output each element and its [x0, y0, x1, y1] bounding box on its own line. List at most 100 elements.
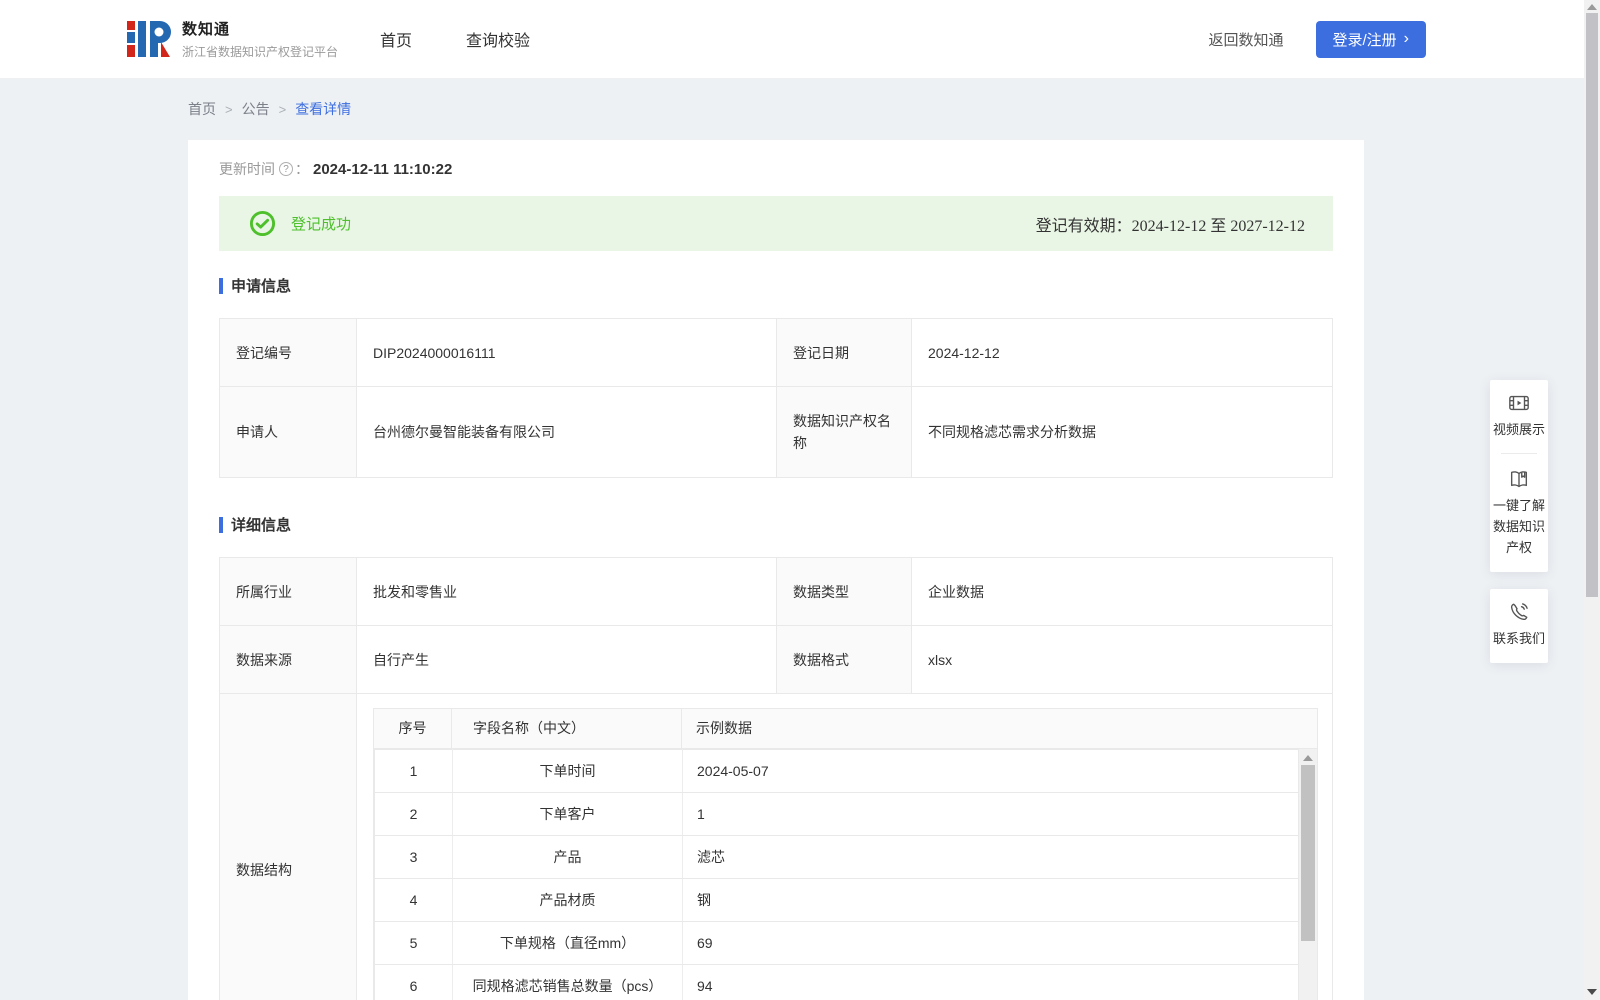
phone-icon [1510, 603, 1528, 621]
structure-rows: 1 下单时间 2024-05-07 2 下单客户 1 3 产品 滤芯 4 产品材… [374, 748, 1299, 1000]
row-sample: 滤芯 [682, 834, 1299, 879]
section-bar-icon [219, 277, 223, 294]
row-sample: 94 [682, 963, 1299, 1000]
breadcrumb: 首页 > 公告 > 查看详情 [0, 78, 1600, 140]
row-sample: 1 [682, 791, 1299, 836]
success-check-icon [249, 210, 276, 237]
back-to-shuzhitong-link[interactable]: 返回数知通 [1208, 29, 1283, 50]
applicant-value: 台州德尔曼智能装备有限公司 [356, 386, 777, 478]
col-header-index: 序号 [374, 708, 452, 748]
section-bar-icon [219, 516, 223, 533]
platform-logo[interactable]: 数知通 浙江省数据知识产权登记平台 [125, 16, 338, 62]
main-nav: 首页 查询校验 [378, 21, 532, 57]
breadcrumb-current: 查看详情 [295, 101, 352, 117]
update-time-value: 2024-12-11 11:10:22 [313, 160, 453, 178]
data-type-label: 数据类型 [776, 557, 912, 626]
structure-row: 4 产品材质 钢 [374, 877, 1299, 922]
update-time-row: 更新时间 ? ： 2024-12-11 11:10:22 [219, 158, 1333, 180]
update-time-label: 更新时间 [219, 161, 275, 177]
applicant-label: 申请人 [219, 386, 357, 478]
data-type-value: 企业数据 [911, 557, 1333, 626]
structure-row: 6 同规格滤芯销售总数量（pcs） 94 [374, 963, 1299, 1000]
breadcrumb-announcement[interactable]: 公告 [242, 99, 270, 119]
dip-name-label: 数据知识产权名称 [776, 386, 912, 478]
detail-info-table: 所属行业 批发和零售业 数据类型 企业数据 数据来源 自行产生 数据格式 xls… [219, 557, 1333, 1000]
scroll-down-arrow-icon[interactable] [1587, 989, 1597, 995]
validity-value: 2024-12-12 至 2027-12-12 [1131, 217, 1305, 235]
apply-info-table: 登记编号 DIP2024000016111 登记日期 2024-12-12 申请… [219, 318, 1333, 478]
side-panel-card-top: 视频展示 一键了解数据知识产权 [1490, 380, 1548, 572]
structure-row: 1 下单时间 2024-05-07 [374, 748, 1299, 793]
update-time-colon: ： [295, 161, 309, 177]
logo-title: 数知通 [182, 21, 231, 38]
nav-query-verify[interactable]: 查询校验 [464, 21, 532, 57]
reg-date-value: 2024-12-12 [911, 318, 1333, 387]
row-field: 下单时间 [452, 748, 683, 793]
video-show-item[interactable]: 视频展示 [1492, 392, 1546, 440]
breadcrumb-separator: > [225, 101, 233, 117]
structure-table-body: 1 下单时间 2024-05-07 2 下单客户 1 3 产品 滤芯 4 产品材… [374, 748, 1317, 1000]
logo-text: 数知通 浙江省数据知识产权登记平台 [182, 18, 338, 60]
chevron-right-icon: › [1403, 30, 1409, 47]
row-index: 5 [374, 920, 453, 965]
col-header-sample-data: 示例数据 [696, 720, 752, 736]
row-field: 下单客户 [452, 791, 683, 836]
row-sample: 69 [682, 920, 1299, 965]
contact-us-card[interactable]: 联系我们 [1490, 589, 1548, 663]
one-click-guide-item[interactable]: 一键了解数据知识产权 [1492, 468, 1546, 558]
scrollbar-thumb[interactable] [1301, 764, 1315, 941]
nav-home[interactable]: 首页 [378, 21, 414, 57]
row-sample: 2024-05-07 [682, 748, 1299, 793]
data-structure-row: 数据结构 序号 字段名称（中文） 示例数据 1 下单时间 2024-05-07 … [219, 693, 1333, 1000]
login-register-button[interactable]: 登录/注册 › [1315, 20, 1426, 58]
detail-card: 更新时间 ? ： 2024-12-11 11:10:22 登记成功 登记有效期：… [188, 140, 1364, 1000]
data-structure-label: 数据结构 [219, 693, 357, 1000]
scrollbar-thumb[interactable] [1586, 13, 1598, 597]
structure-table-scrollbar[interactable] [1299, 748, 1317, 1000]
window-scrollbar[interactable] [1584, 0, 1600, 1000]
help-circle-icon[interactable]: ? [279, 162, 293, 176]
structure-table-header: 序号 字段名称（中文） 示例数据 [374, 708, 1317, 749]
open-book-icon [1510, 471, 1528, 488]
top-right-actions: 返回数知通 登录/注册 › [1208, 20, 1600, 58]
logo-ip-icon [127, 21, 171, 57]
structure-row: 5 下单规格（直径mm） 69 [374, 920, 1299, 965]
apply-info-section-title: 申请信息 [219, 275, 1333, 296]
row-sample: 钢 [682, 877, 1299, 922]
industry-value: 批发和零售业 [356, 557, 777, 626]
table-row: 申请人 台州德尔曼智能装备有限公司 数据知识产权名称 不同规格滤芯需求分析数据 [219, 386, 1333, 478]
scroll-up-arrow-icon[interactable] [1587, 4, 1597, 10]
row-index: 1 [374, 748, 453, 793]
contact-us-label: 联系我们 [1492, 631, 1545, 646]
one-click-guide-label: 一键了解数据知识产权 [1492, 498, 1545, 555]
reg-number-label: 登记编号 [219, 318, 357, 387]
validity-period: 登记有效期：2024-12-12 至 2027-12-12 [1036, 212, 1305, 236]
data-structure-cell: 序号 字段名称（中文） 示例数据 1 下单时间 2024-05-07 2 下单客… [356, 693, 1333, 1000]
breadcrumb-separator: > [278, 101, 287, 117]
status-text: 登记成功 [291, 216, 352, 233]
table-row: 登记编号 DIP2024000016111 登记日期 2024-12-12 [219, 318, 1333, 387]
scroll-up-arrow-icon[interactable] [1303, 754, 1313, 761]
logo-subtitle: 浙江省数据知识产权登记平台 [182, 45, 339, 59]
reg-date-label: 登记日期 [776, 318, 912, 387]
breadcrumb-home[interactable]: 首页 [188, 99, 216, 119]
row-index: 4 [374, 877, 453, 922]
industry-label: 所属行业 [219, 557, 357, 626]
row-field: 同规格滤芯销售总数量（pcs） [452, 963, 683, 1000]
table-row: 所属行业 批发和零售业 数据类型 企业数据 [219, 557, 1333, 626]
row-index: 6 [374, 963, 453, 1000]
data-format-value: xlsx [911, 625, 1333, 694]
registration-success-banner: 登记成功 登记有效期：2024-12-12 至 2027-12-12 [219, 196, 1333, 251]
col-header-field-name: 字段名称（中文） [452, 708, 682, 748]
row-index: 3 [374, 834, 453, 879]
apply-info-title-text: 申请信息 [231, 278, 292, 295]
table-row: 数据来源 自行产生 数据格式 xlsx [219, 625, 1333, 694]
row-field: 产品材质 [452, 877, 683, 922]
row-field: 产品 [452, 834, 683, 879]
structure-row: 2 下单客户 1 [374, 791, 1299, 836]
data-source-label: 数据来源 [219, 625, 357, 694]
row-index: 2 [374, 791, 453, 836]
row-field: 下单规格（直径mm） [452, 920, 683, 965]
reg-number-value: DIP2024000016111 [356, 318, 777, 387]
top-bar: 数知通 浙江省数据知识产权登记平台 首页 查询校验 返回数知通 登录/注册 › [0, 0, 1600, 78]
